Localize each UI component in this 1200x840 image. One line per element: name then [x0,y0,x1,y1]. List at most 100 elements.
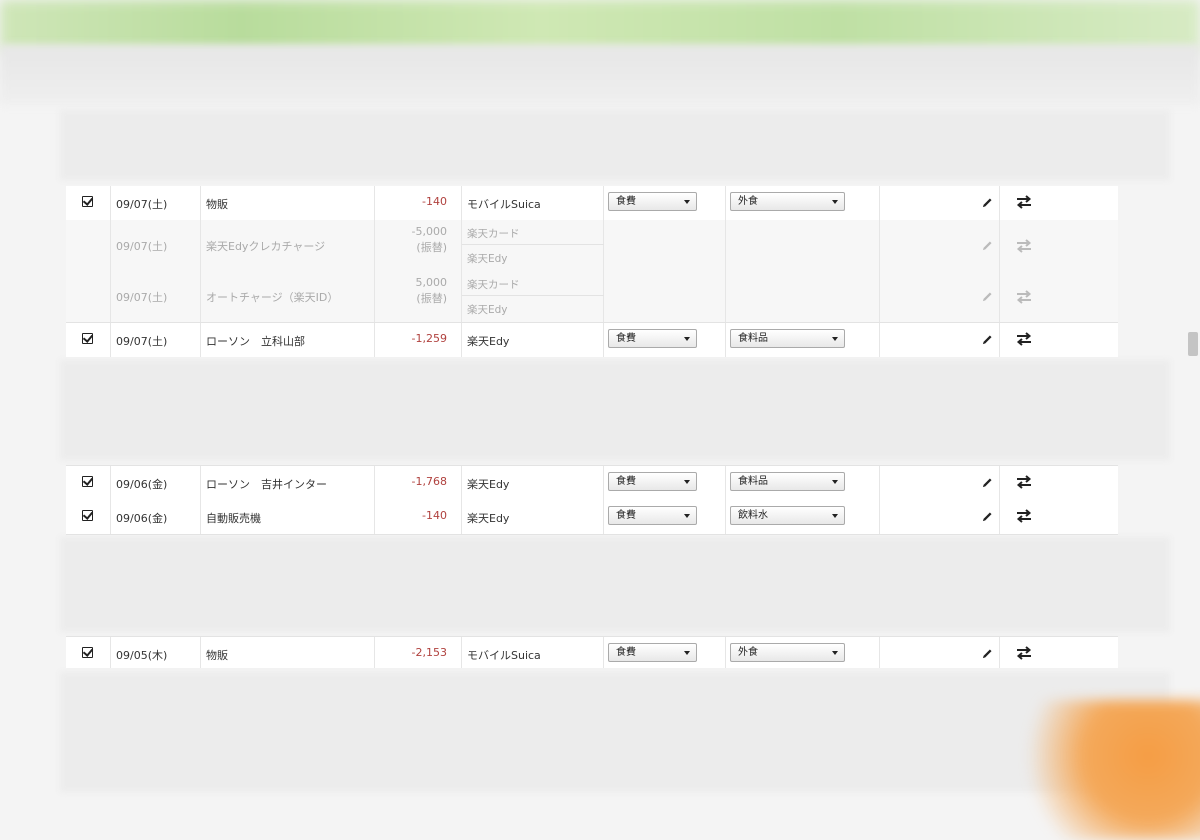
swap-arrows-icon[interactable] [1016,331,1032,347]
pencil-icon[interactable] [982,240,993,251]
description-cell: 楽天Edyクレカチャージ [206,240,326,253]
pencil-icon[interactable] [982,334,993,345]
blurred-table-region [60,360,1170,460]
pencil-icon[interactable] [982,511,993,522]
caret-down-icon [684,480,690,484]
pencil-icon[interactable] [982,477,993,488]
pencil-icon[interactable] [982,291,993,302]
memo-cell [880,186,1000,220]
description-cell: 物販 [206,198,228,211]
subcategory-select[interactable]: 食料品 [730,472,845,491]
scrollbar-thumb[interactable] [1188,332,1198,356]
category-select[interactable]: 食費 [608,643,697,662]
category-select[interactable]: 食費 [608,506,697,525]
checked-checkbox-icon[interactable] [82,196,93,207]
category-select[interactable]: 食費 [608,472,697,491]
transaction-row: 09/06(金) 自動販売機 -140 楽天Edy 食費 飲料水 [66,500,1118,535]
transfer-row: 09/07(土) オートチャージ（楽天ID） 5,000 (振替) 楽天カード 楽… [66,271,1118,323]
subcategory-select-value: 外食 [738,647,758,658]
amount-note: (振替) [416,241,447,254]
description-cell: ローソン 吉井インター [206,478,327,491]
account-to: 楽天Edy [467,304,508,316]
amount-note: (振替) [416,292,447,305]
caret-down-icon [832,480,838,484]
account-from: 楽天カード [467,228,520,240]
caret-down-icon [832,514,838,518]
pencil-icon[interactable] [982,197,993,208]
checked-checkbox-icon[interactable] [82,333,93,344]
swap-arrows-icon[interactable] [1016,645,1032,661]
blurred-header-banner [0,0,1200,50]
amount-cell: -1,259 [411,332,447,345]
subcategory-select[interactable]: 食料品 [730,329,845,348]
category-select[interactable]: 食費 [608,329,697,348]
category-select-value: 食費 [616,647,636,658]
date-cell: 09/07(土) [116,335,168,348]
category-select-value: 食費 [616,476,636,487]
swap-arrows-icon[interactable] [1016,194,1032,210]
category-select-value: 食費 [616,510,636,521]
description-cell: ローソン 立科山部 [206,335,305,348]
account-cell: モバイルSuica [467,649,541,662]
transaction-table-section: 09/06(金) ローソン 吉井インター -1,768 楽天Edy 食費 食料品… [66,465,1118,535]
date-cell: 09/07(土) [116,198,168,211]
account-cell: 楽天Edy [467,478,510,491]
caret-down-icon [684,337,690,341]
caret-down-icon [832,337,838,341]
account-cell: モバイルSuica [467,198,541,211]
caret-down-icon [832,651,838,655]
transaction-table-section: 09/05(木) 物販 -2,153 モバイルSuica 食費 外食 [66,636,1118,668]
amount-cell: -1,768 [411,475,447,488]
blurred-table-region [60,110,1170,180]
checked-checkbox-icon[interactable] [82,476,93,487]
description-cell: オートチャージ（楽天ID） [206,291,339,304]
subcategory-select[interactable]: 外食 [730,643,845,662]
account-to: 楽天Edy [467,253,508,265]
date-cell: 09/06(金) [116,512,168,525]
amount-cell: -140 [422,509,447,522]
account-cell: 楽天Edy [467,335,510,348]
checked-checkbox-icon[interactable] [82,647,93,658]
blurred-floating-button [1010,700,1200,840]
blurred-table-region [60,537,1170,632]
blurred-toolbar [0,45,1200,105]
subcategory-select-value: 外食 [738,196,758,207]
subcategory-select[interactable]: 飲料水 [730,506,845,525]
description-cell: 物販 [206,649,228,662]
date-cell: 09/07(土) [116,291,168,304]
category-select[interactable]: 食費 [608,192,697,211]
caret-down-icon [684,200,690,204]
description-cell: 自動販売機 [206,512,261,525]
amount-cell: -2,153 [411,646,447,659]
caret-down-icon [832,200,838,204]
amount-cell: -140 [422,195,447,208]
category-select-value: 食費 [616,196,636,207]
date-cell: 09/06(金) [116,478,168,491]
swap-arrows-icon[interactable] [1016,508,1032,524]
transaction-table-section: 09/07(土) 物販 -140 モバイルSuica 食費 外食 09/07(土… [66,186,1118,357]
subcategory-select-value: 食料品 [738,333,768,344]
transaction-row: 09/05(木) 物販 -2,153 モバイルSuica 食費 外食 [66,637,1118,668]
transaction-row: 09/07(土) 物販 -140 モバイルSuica 食費 外食 [66,186,1118,221]
subcategory-select-value: 食料品 [738,476,768,487]
swap-arrows-icon[interactable] [1016,474,1032,490]
transaction-row: 09/06(金) ローソン 吉井インター -1,768 楽天Edy 食費 食料品 [66,466,1118,501]
account-cell: 楽天Edy [467,512,510,525]
transfer-row: 09/07(土) 楽天Edyクレカチャージ -5,000 (振替) 楽天カード 楽… [66,220,1118,272]
caret-down-icon [684,651,690,655]
swap-arrows-icon[interactable] [1016,238,1032,254]
transaction-row: 09/07(土) ローソン 立科山部 -1,259 楽天Edy 食費 食料品 [66,323,1118,357]
date-cell: 09/05(木) [116,649,168,662]
pencil-icon[interactable] [982,648,993,659]
subcategory-select[interactable]: 外食 [730,192,845,211]
amount-cell: 5,000 [415,276,448,289]
date-cell: 09/07(土) [116,240,168,253]
account-from: 楽天カード [467,279,520,291]
caret-down-icon [684,514,690,518]
category-select-value: 食費 [616,333,636,344]
swap-arrows-icon[interactable] [1016,289,1032,305]
blurred-table-region [60,672,1170,792]
checked-checkbox-icon[interactable] [82,510,93,521]
subcategory-select-value: 飲料水 [738,510,768,521]
amount-cell: -5,000 [411,225,447,238]
